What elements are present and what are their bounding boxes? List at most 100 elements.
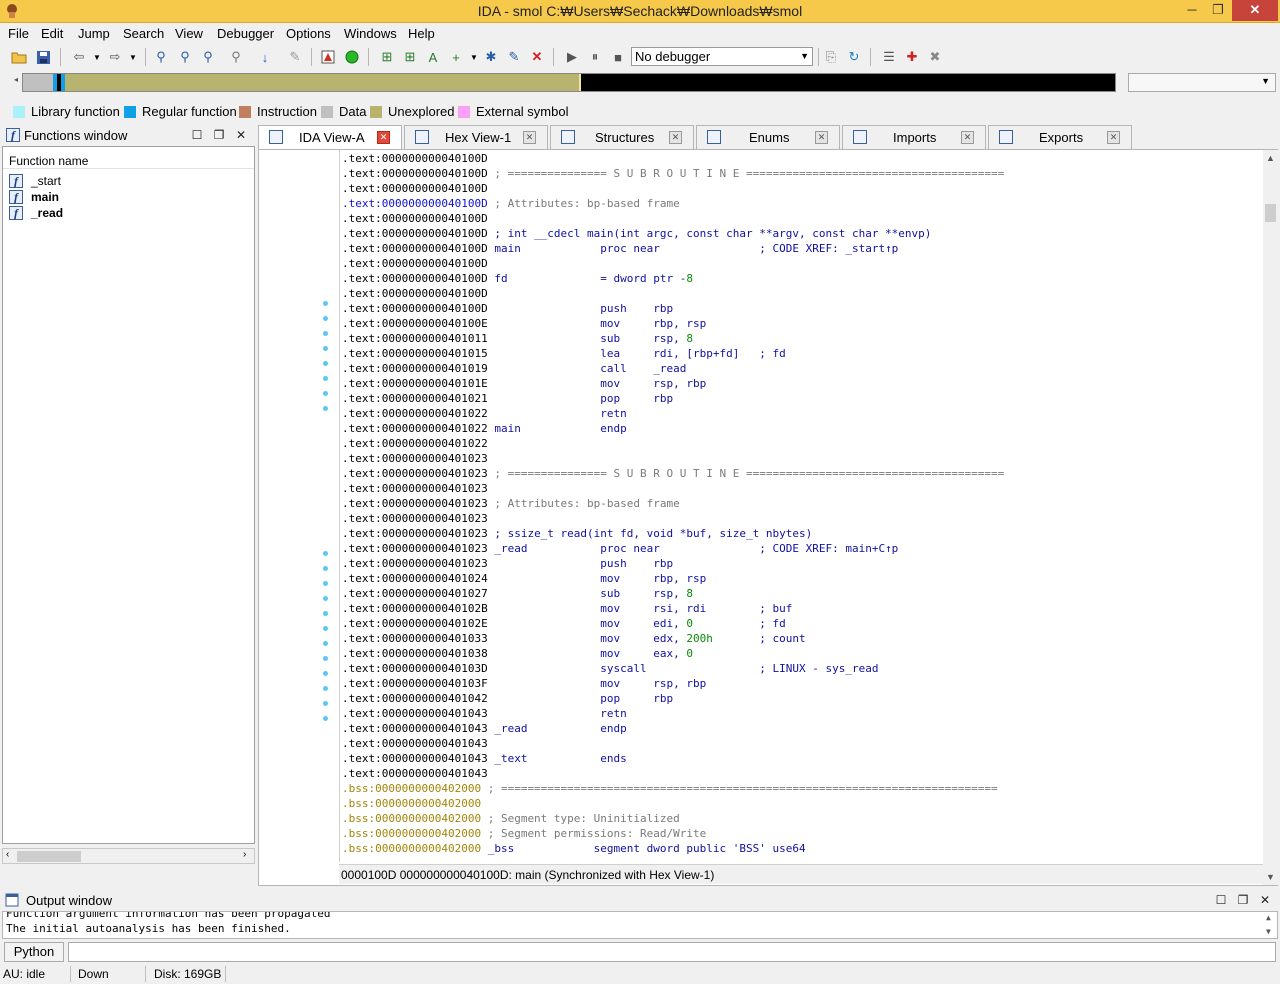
menu-search[interactable]: Search [123, 26, 164, 41]
arrows-gutter[interactable] [259, 150, 339, 862]
disasm-line[interactable]: .text:0000000000401022 retn [342, 406, 627, 421]
scroll-down-icon[interactable]: ▼ [1266, 927, 1271, 936]
disasm-line[interactable]: .text:0000000000401022 main endp [342, 421, 627, 436]
functions-hscrollbar[interactable]: ‹ › [2, 848, 255, 864]
make-string-icon[interactable]: A [424, 48, 442, 66]
menu-file[interactable]: File [8, 26, 29, 41]
menu-edit[interactable]: Edit [41, 26, 63, 41]
disasm-line[interactable]: .bss:0000000000402000 ; ================… [342, 781, 998, 796]
disasm-line[interactable]: .text:000000000040100E mov rbp, rsp [342, 316, 706, 331]
disasm-line[interactable]: .text:0000000000401023 ; ssize_t read(in… [342, 526, 812, 541]
forward-dropdown-icon[interactable]: ▼ [124, 48, 142, 66]
disasm-line[interactable]: .text:0000000000401023 _read proc near ;… [342, 541, 898, 556]
disasm-line[interactable]: .text:0000000000401043 [342, 766, 488, 781]
flow-chart-icon[interactable] [319, 48, 337, 66]
disasm-line[interactable]: .text:000000000040100D [342, 286, 488, 301]
back-dropdown-icon[interactable]: ▼ [88, 48, 106, 66]
open-folder-icon[interactable] [10, 48, 28, 66]
menu-debugger[interactable]: Debugger [217, 26, 274, 41]
tab-structures[interactable]: Structures ✕ [550, 125, 694, 149]
python-language-button[interactable]: Python [4, 942, 64, 962]
disasm-line[interactable]: .text:000000000040100D [342, 151, 488, 166]
disasm-line[interactable]: .text:000000000040101E mov rsp, rbp [342, 376, 706, 391]
disasm-line[interactable]: .text:0000000000401022 [342, 436, 488, 451]
disasm-line[interactable]: .text:000000000040100D [342, 256, 488, 271]
disabled-tool-icon[interactable]: ✎ [286, 48, 304, 66]
breakpoint-list-icon[interactable]: ☰ [880, 48, 898, 66]
disasm-line[interactable]: .text:0000000000401023 ; Attributes: bp-… [342, 496, 680, 511]
maximize-panel-icon[interactable]: ☐ [190, 128, 204, 142]
refresh-icon[interactable]: ↻ [845, 48, 863, 66]
disasm-line[interactable]: .text:0000000000401027 sub rsp, 8 [342, 586, 693, 601]
close-tab-icon[interactable]: ✕ [961, 131, 974, 144]
disasm-line[interactable]: .text:000000000040100D ; int __cdecl mai… [342, 226, 931, 241]
jump-down-arrow-icon[interactable]: ↓ [256, 48, 274, 66]
search-immediate-icon[interactable]: ⚲ [199, 48, 217, 66]
disasm-line[interactable]: .text:0000000000401043 _text ends [342, 751, 627, 766]
scroll-down-icon[interactable]: ▼ [1266, 872, 1275, 882]
disasm-line[interactable]: .text:000000000040100D fd = dword ptr -8 [342, 271, 693, 286]
make-offset-icon[interactable]: ✱ [482, 48, 500, 66]
disasm-line[interactable]: .text:000000000040102E mov edi, 0 ; fd [342, 616, 786, 631]
scroll-thumb[interactable] [1265, 204, 1276, 222]
disasm-line[interactable]: .text:0000000000401043 [342, 736, 488, 751]
scroll-left-icon[interactable]: ‹ [6, 849, 9, 860]
disasm-line[interactable]: .text:0000000000401023 [342, 451, 488, 466]
float-panel-icon[interactable]: ❐ [212, 128, 226, 142]
output-log[interactable]: Function argument information has been p… [2, 911, 1278, 939]
add-breakpoint-icon[interactable]: ✚ [903, 48, 921, 66]
disasm-line[interactable]: .text:000000000040100D push rbp [342, 301, 673, 316]
menu-help[interactable]: Help [408, 26, 435, 41]
disasm-line[interactable]: .text:0000000000401042 pop rbp [342, 691, 673, 706]
tab-imports[interactable]: Imports ✕ [842, 125, 986, 149]
save-icon[interactable] [34, 48, 52, 66]
disasm-line[interactable]: .text:0000000000401019 call _read [342, 361, 686, 376]
navband-combo[interactable]: ▼ [1128, 73, 1276, 92]
navigation-band[interactable] [22, 73, 1116, 92]
disasm-line[interactable]: .text:000000000040100D [342, 211, 488, 226]
python-command-input[interactable] [68, 942, 1276, 962]
search-text-icon[interactable]: ⚲ [176, 48, 194, 66]
pause-icon[interactable]: ⏸ [586, 48, 604, 66]
restore-button[interactable]: ❐ [1204, 0, 1232, 21]
close-panel-icon[interactable]: ✕ [1258, 893, 1272, 907]
disasm-line[interactable]: .text:0000000000401023 [342, 481, 488, 496]
delete-breakpoint-icon[interactable]: ✖ [926, 48, 944, 66]
function-item-main[interactable]: f main [9, 189, 59, 205]
scroll-up-icon[interactable]: ▲ [1266, 913, 1271, 922]
menu-view[interactable]: View [175, 26, 203, 41]
disasm-line[interactable]: .text:000000000040100D main proc near ; … [342, 241, 898, 256]
disasm-line[interactable]: .text:0000000000401023 push rbp [342, 556, 673, 571]
close-tab-icon[interactable]: ✕ [669, 131, 682, 144]
function-item-start[interactable]: f _start [9, 173, 61, 189]
float-panel-icon[interactable]: ❐ [1236, 893, 1250, 907]
disasm-line[interactable]: .bss:0000000000402000 [342, 796, 481, 811]
disasm-line[interactable]: .text:0000000000401043 _read endp [342, 721, 627, 736]
disasm-line[interactable]: .text:000000000040100D ; Attributes: bp-… [342, 196, 680, 211]
disasm-line[interactable]: .text:0000000000401024 mov rbp, rsp [342, 571, 706, 586]
close-tab-icon[interactable]: ✕ [377, 131, 390, 144]
tab-ida-view-a[interactable]: IDA View-A ✕ [258, 125, 402, 150]
close-panel-icon[interactable]: ✕ [234, 128, 248, 142]
tab-hex-view-1[interactable]: Hex View-1 ✕ [404, 125, 548, 149]
array-dropdown-icon[interactable]: ▼ [465, 48, 483, 66]
make-code-icon[interactable]: ⊞ [378, 48, 396, 66]
disasm-line[interactable]: .text:000000000040102B mov rsi, rdi ; bu… [342, 601, 792, 616]
disasm-line[interactable]: .bss:0000000000402000 _bss segment dword… [342, 841, 806, 856]
close-tab-icon[interactable]: ✕ [1107, 131, 1120, 144]
disassembly-vscrollbar[interactable]: ▲ ▼ [1263, 150, 1278, 885]
disasm-line[interactable]: .text:0000000000401033 mov edx, 200h ; c… [342, 631, 806, 646]
close-tab-icon[interactable]: ✕ [523, 131, 536, 144]
close-tab-icon[interactable]: ✕ [815, 131, 828, 144]
play-icon[interactable]: ▶ [563, 48, 581, 66]
make-data-icon[interactable]: ⊞ [401, 48, 419, 66]
green-circle-icon[interactable] [343, 48, 361, 66]
disasm-line[interactable]: .text:000000000040103F mov rsp, rbp [342, 676, 706, 691]
forward-arrow-icon[interactable]: ⇨ [106, 48, 124, 66]
tab-exports[interactable]: Exports ✕ [988, 125, 1132, 149]
stop-icon[interactable]: ■ [609, 48, 627, 66]
menu-options[interactable]: Options [286, 26, 331, 41]
debugger-select[interactable]: No debugger ▼ [631, 47, 813, 66]
close-button[interactable]: ✕ [1232, 0, 1278, 21]
tab-enums[interactable]: Enums ✕ [696, 125, 840, 149]
